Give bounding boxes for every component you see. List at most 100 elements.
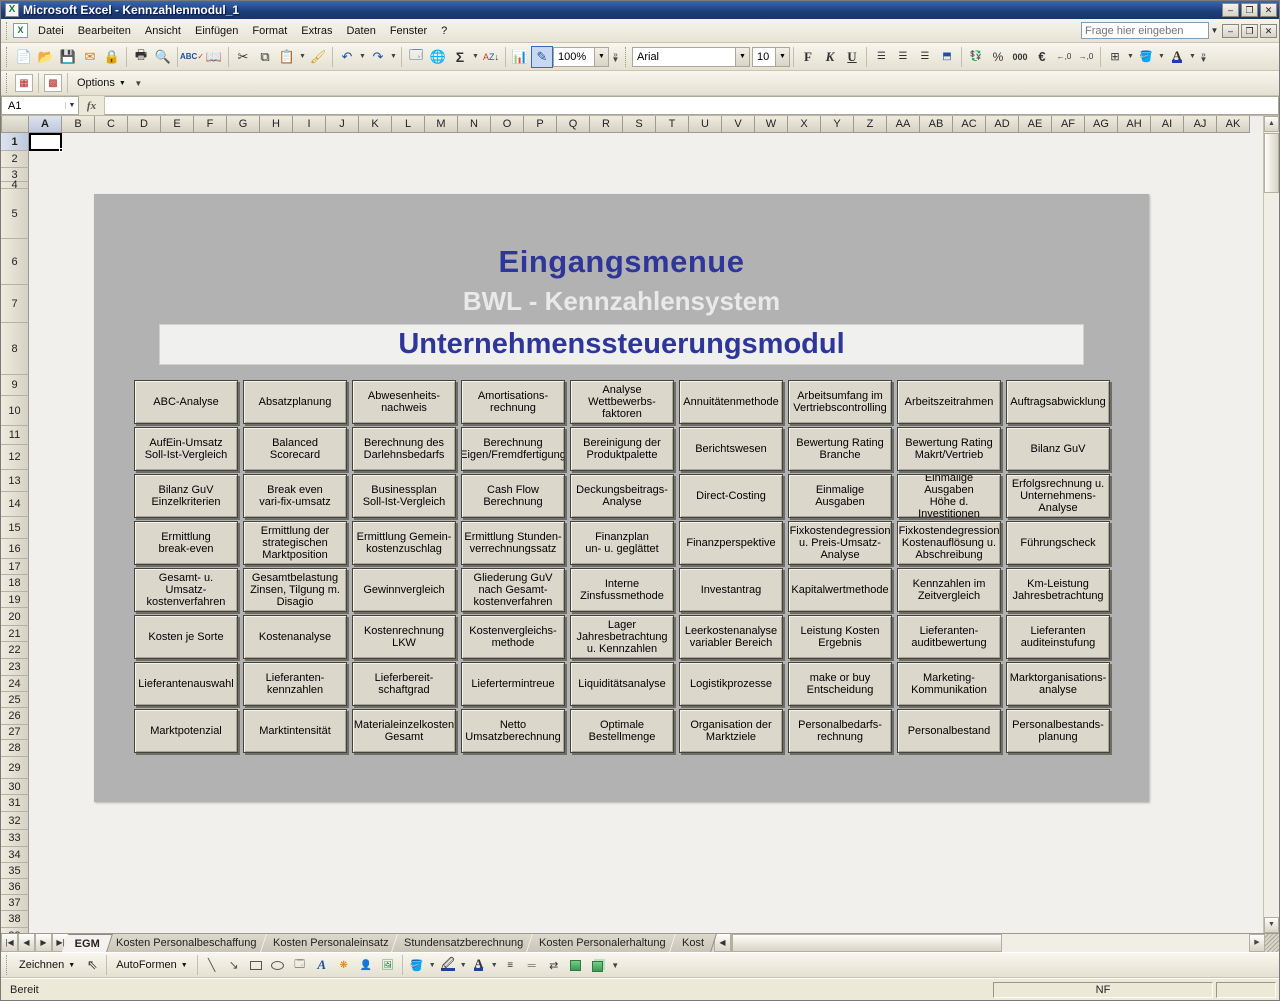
sheet-tab-kosten-personaleinsatz[interactable]: Kosten Personaleinsatz <box>260 934 401 952</box>
question-dropdown-icon[interactable]: ▼ <box>1209 26 1220 35</box>
module-button-9[interactable]: Auftragsabwicklung <box>1006 380 1110 424</box>
arrow-style-icon[interactable]: ⇄ <box>543 954 565 976</box>
module-button-49[interactable]: Kostenvergleichs- methode <box>461 615 565 659</box>
row-header-22[interactable]: 22 <box>1 642 29 659</box>
module-button-37[interactable]: Gesamt- u. Umsatz- kostenverfahren <box>134 568 238 612</box>
module-button-32[interactable]: Finanzplan un- u. geglättet <box>570 521 674 565</box>
row-header-25[interactable]: 25 <box>1 692 29 708</box>
column-header-W[interactable]: W <box>755 116 788 133</box>
row-header-21[interactable]: 21 <box>1 626 29 642</box>
new-icon[interactable]: 📄 <box>13 46 35 68</box>
column-header-AK[interactable]: AK <box>1217 116 1250 133</box>
column-header-U[interactable]: U <box>689 116 722 133</box>
scroll-up-icon[interactable]: ▲ <box>1264 116 1279 132</box>
diagram-icon[interactable]: ❋ <box>333 954 355 976</box>
font-color-icon[interactable]: A <box>1166 46 1188 68</box>
row-header-5[interactable]: 5 <box>1 189 29 239</box>
name-box[interactable]: A1 ▼ <box>1 96 79 115</box>
sort-ascending-icon[interactable]: AZ↓ <box>480 46 502 68</box>
drawbar-grip[interactable] <box>6 955 10 975</box>
textbox-icon[interactable]: 🗔 <box>289 954 311 976</box>
options-toolbar-grip[interactable] <box>6 73 10 93</box>
module-button-35[interactable]: Fixkostendegression Kostenauflösung u. A… <box>897 521 1001 565</box>
row-header-18[interactable]: 18 <box>1 575 29 592</box>
row-header-19[interactable]: 19 <box>1 592 29 608</box>
column-header-K[interactable]: K <box>359 116 392 133</box>
column-header-L[interactable]: L <box>392 116 425 133</box>
module-button-34[interactable]: Fixkostendegression u. Preis-Umsatz- Ana… <box>788 521 892 565</box>
module-button-51[interactable]: Leerkostenanalyse variabler Bereich <box>679 615 783 659</box>
align-right-icon[interactable]: ☰ <box>914 46 936 68</box>
sheet-tab-stundensatzberechnung[interactable]: Stundensatzberechnung <box>391 934 536 952</box>
scroll-down-icon[interactable]: ▼ <box>1264 917 1279 933</box>
module-button-65[interactable]: Marktintensität <box>243 709 347 753</box>
column-header-G[interactable]: G <box>227 116 260 133</box>
borders-icon[interactable]: ⊞ <box>1104 46 1126 68</box>
module-button-62[interactable]: Marketing- Kommunikation <box>897 662 1001 706</box>
redo-dropdown-icon[interactable]: ▼ <box>389 46 398 68</box>
column-header-AB[interactable]: AB <box>920 116 953 133</box>
module-button-64[interactable]: Marktpotenzial <box>134 709 238 753</box>
menu-item-daten[interactable]: Daten <box>339 22 382 40</box>
euro-convert-icon[interactable]: 🗔 <box>405 46 427 68</box>
save-icon[interactable]: 💾 <box>57 46 79 68</box>
row-header-36[interactable]: 36 <box>1 879 29 895</box>
increase-decimal-icon[interactable]: ←,0 <box>1053 46 1075 68</box>
module-button-55[interactable]: Lieferantenauswahl <box>134 662 238 706</box>
row-header-15[interactable]: 15 <box>1 517 29 539</box>
insert-function-icon[interactable]: fx <box>79 96 105 115</box>
chart-wizard-icon[interactable]: 📊 <box>509 46 531 68</box>
module-button-66[interactable]: Materialeinzelkosten Gesamt <box>352 709 456 753</box>
tab-first-icon[interactable]: |◀ <box>1 934 18 952</box>
line-icon[interactable]: ╲ <box>201 954 223 976</box>
hscroll-track[interactable] <box>1002 934 1249 952</box>
font-name-dropdown-icon[interactable]: ▼ <box>735 48 749 66</box>
module-button-28[interactable]: Ermittlung break-even <box>134 521 238 565</box>
autosum-dropdown-icon[interactable]: ▼ <box>471 46 480 68</box>
decrease-decimal-icon[interactable]: →,0 <box>1075 46 1097 68</box>
draw-font-color-icon[interactable]: A <box>468 954 490 976</box>
column-header-Q[interactable]: Q <box>557 116 590 133</box>
module-button-38[interactable]: Gesamtbelastung Zinsen, Tilgung m. Disag… <box>243 568 347 612</box>
sheet-canvas[interactable]: Eingangsmenue BWL - Kennzahlensystem Unt… <box>29 133 1263 933</box>
menu-item-ansicht[interactable]: Ansicht <box>138 22 188 40</box>
column-header-M[interactable]: M <box>425 116 458 133</box>
row-header-2[interactable]: 2 <box>1 151 29 168</box>
revision-icon-2[interactable]: ▩ <box>44 74 62 92</box>
module-button-61[interactable]: make or buy Entscheidung <box>788 662 892 706</box>
module-button-15[interactable]: Berichtswesen <box>679 427 783 471</box>
column-header-AI[interactable]: AI <box>1151 116 1184 133</box>
module-button-24[interactable]: Direct-Costing <box>679 474 783 518</box>
module-button-50[interactable]: Lager Jahresbetrachtung u. Kennzahlen <box>570 615 674 659</box>
module-button-70[interactable]: Personalbedarfs- rechnung <box>788 709 892 753</box>
autoformen-button[interactable]: AutoFormen ▼ <box>110 956 193 974</box>
module-button-27[interactable]: Erfolgsrechnung u. Unternehmens- Analyse <box>1006 474 1110 518</box>
module-button-21[interactable]: Businessplan Soll-Ist-Vergleich <box>352 474 456 518</box>
module-button-17[interactable]: Bewertung Rating Makrt/Vertrieb <box>897 427 1001 471</box>
options-overflow-icon[interactable]: ▼ <box>132 72 145 94</box>
tab-prev-icon[interactable]: ◀ <box>18 934 35 952</box>
module-button-30[interactable]: Ermittlung Gemein- kostenzuschlag <box>352 521 456 565</box>
draw-font-color-dropdown-icon[interactable]: ▼ <box>490 954 499 976</box>
horizontal-scrollbar[interactable]: ▶ <box>731 934 1279 952</box>
module-button-63[interactable]: Marktorganisations- analyse <box>1006 662 1110 706</box>
column-header-N[interactable]: N <box>458 116 491 133</box>
drawbar-overflow-icon[interactable]: ▼ <box>609 954 622 976</box>
module-button-52[interactable]: Leistung Kosten Ergebnis <box>788 615 892 659</box>
module-button-4[interactable]: Amortisations- rechnung <box>461 380 565 424</box>
module-button-7[interactable]: Arbeitsumfang im Vertriebscontrolling <box>788 380 892 424</box>
fill-handle[interactable] <box>59 148 63 152</box>
row-header-11[interactable]: 11 <box>1 426 29 445</box>
column-header-D[interactable]: D <box>128 116 161 133</box>
column-header-T[interactable]: T <box>656 116 689 133</box>
row-header-17[interactable]: 17 <box>1 559 29 575</box>
revision-icon-1[interactable]: ▦ <box>15 74 33 92</box>
toolbar-overflow-icon[interactable]: »▼ <box>609 46 622 68</box>
row-header-32[interactable]: 32 <box>1 812 29 830</box>
column-header-AA[interactable]: AA <box>887 116 920 133</box>
menu-item-fenster[interactable]: Fenster <box>383 22 434 40</box>
hscroll-thumb[interactable] <box>732 934 1002 952</box>
doc-restore-button[interactable]: ❐ <box>1241 24 1258 38</box>
draw-fill-dropdown-icon[interactable]: ▼ <box>428 954 437 976</box>
module-button-47[interactable]: Kostenanalyse <box>243 615 347 659</box>
